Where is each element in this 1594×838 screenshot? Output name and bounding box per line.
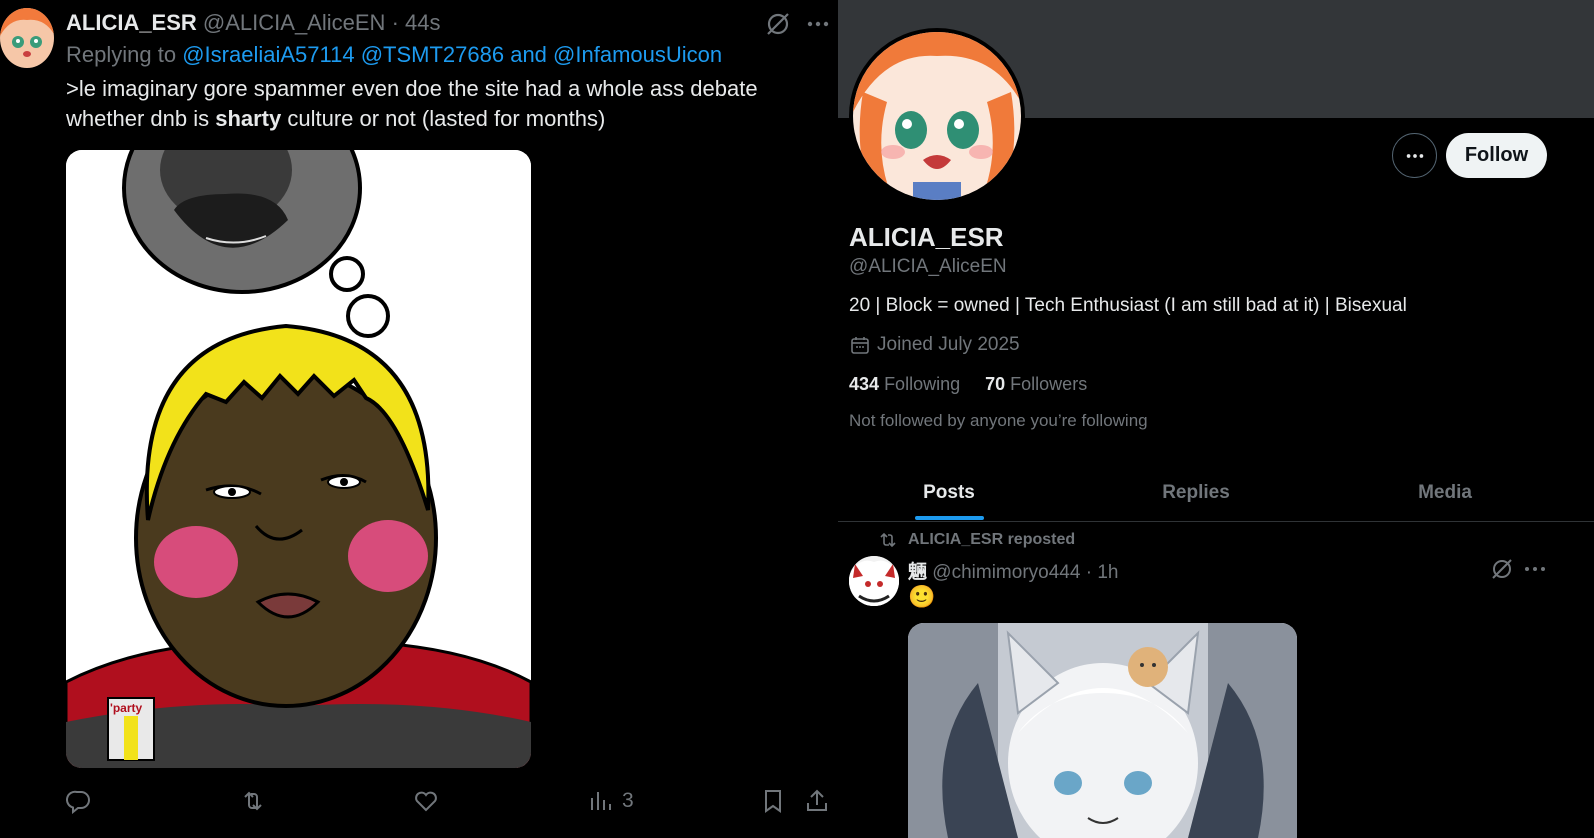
profile-tabs: Posts Replies Media [838,464,1594,522]
following-count: 434 [849,374,880,394]
more-icon [1406,153,1423,158]
and-text: and [510,42,547,67]
reply-icon [66,790,90,814]
reposted-by[interactable]: ALICIA_ESR reposted [908,531,1075,549]
following-link[interactable]: 434 Following [849,374,960,394]
repost-time[interactable]: 1h [1097,562,1118,583]
followers-count: 70 [985,374,1006,394]
repost-header: 魎 @chimimoryo444 · 1h [908,557,1118,584]
repost-author-handle[interactable]: @chimimoryo444 [932,562,1080,583]
views-icon [591,792,611,810]
more-icon[interactable] [806,12,830,36]
tweet-text-bold: sharty [215,106,282,131]
profile-name: ALICIA_ESR [849,222,1004,252]
tweet-text: >le imaginary gore spammer even doe the … [66,74,806,134]
share-icon [807,789,827,811]
like-button[interactable] [413,786,439,816]
mention-link[interactable]: @TSMT27686 [361,42,504,67]
reply-button[interactable] [66,786,92,816]
retweet-icon [244,791,262,811]
tweet-actions: 3 [0,786,838,816]
repost-author-avatar[interactable] [849,556,899,606]
mention-link[interactable]: @InfamousUicon [553,42,722,67]
tweet-header: ALICIA_ESR @ALICIA_AliceEN · 44s [66,10,441,36]
retweet-button[interactable] [240,786,266,816]
separator-dot: · [1085,562,1093,583]
repost-indicator: ALICIA_ESR reposted [878,530,1075,550]
profile-handle: @ALICIA_AliceEN [849,256,1007,277]
author-avatar[interactable] [0,8,54,68]
follow-button[interactable]: Follow [1446,133,1547,178]
repost-text: 🙂 [908,584,936,609]
author-handle[interactable]: @ALICIA_AliceEN [203,10,386,35]
profile-avatar[interactable] [849,28,1025,204]
repost-image[interactable] [908,623,1297,838]
tab-media[interactable]: Media [1332,464,1558,522]
profile-joined: Joined July 2025 [849,334,1020,356]
profile-bio: 20 | Block = owned | Tech Enthusiast (I … [849,295,1407,316]
shirt-label: 'party [110,701,143,715]
following-label: Following [884,374,961,394]
replying-to: Replying to @IsraeliaiA57114 @TSMT27686 … [66,42,722,68]
tweet-time[interactable]: 44s [405,10,440,35]
followers-label: Followers [1010,374,1088,394]
replying-prefix: Replying to [66,42,177,67]
repost-author-name[interactable]: 魎 [908,562,927,583]
not-followed-note: Not followed by anyone you’re following [849,411,1148,430]
like-icon [415,791,437,812]
grok-icon[interactable] [1490,557,1514,581]
joined-text: Joined July 2025 [877,334,1020,355]
separator-dot: · [391,10,399,35]
calendar-icon [851,337,869,354]
share-button[interactable] [804,786,830,816]
profile-panel: Follow ALICIA_ESR @ALICIA_AliceEN 20 | B… [838,0,1594,838]
tweet-image[interactable]: 'party [66,150,531,768]
tweet-panel: ALICIA_ESR @ALICIA_AliceEN · 44s Replyin… [0,0,838,838]
bookmark-icon [765,790,781,813]
tab-replies[interactable]: Replies [1060,464,1332,522]
mention-link[interactable]: @IsraeliaiA57114 [182,42,354,67]
views-button[interactable]: 3 [588,786,634,816]
bookmark-button[interactable] [760,786,786,816]
active-tab-indicator [915,516,984,520]
tab-posts[interactable]: Posts [838,464,1060,522]
views-count: 3 [622,789,634,812]
profile-stats: 434 Following 70 Followers [849,374,1087,395]
grok-icon[interactable] [764,10,792,38]
repost-icon [880,532,896,548]
profile-more-button[interactable] [1392,133,1437,178]
followers-link[interactable]: 70 Followers [985,374,1087,394]
more-icon[interactable] [1524,558,1546,580]
tweet-text-part: culture or not (lasted for months) [281,106,606,131]
author-name[interactable]: ALICIA_ESR [66,10,197,35]
